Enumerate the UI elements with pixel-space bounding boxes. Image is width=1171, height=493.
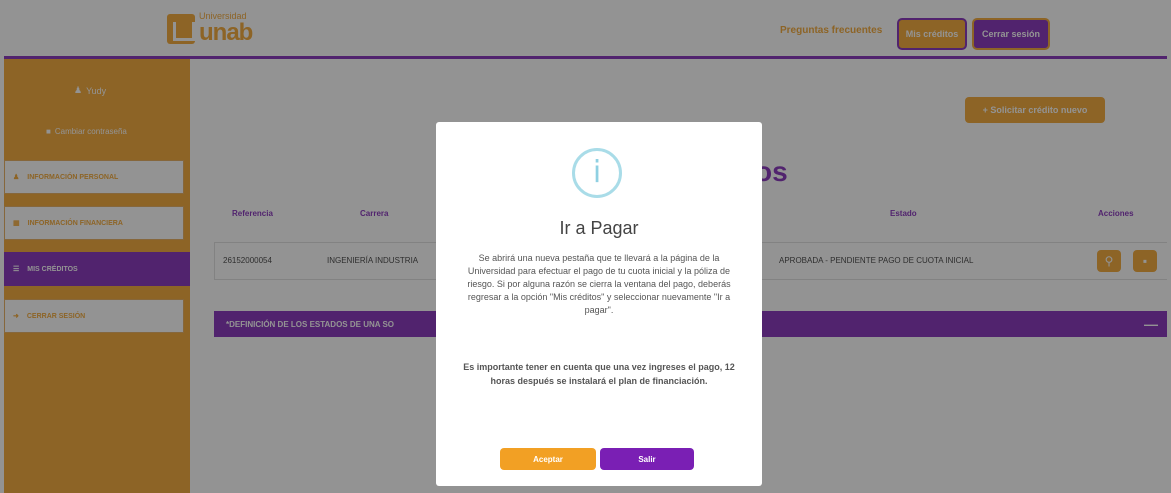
pay-modal: i Ir a Pagar Se abrirá una nueva pestaña… [436,122,762,486]
modal-body: Se abrirá una nueva pestaña que te lleva… [467,253,731,315]
info-icon: i [572,148,622,198]
accept-button[interactable]: Aceptar [500,448,596,470]
modal-note: Es importante tener en cuenta que una ve… [463,362,735,386]
modal-title: Ir a Pagar [559,218,639,238]
exit-button[interactable]: Salir [600,448,694,470]
